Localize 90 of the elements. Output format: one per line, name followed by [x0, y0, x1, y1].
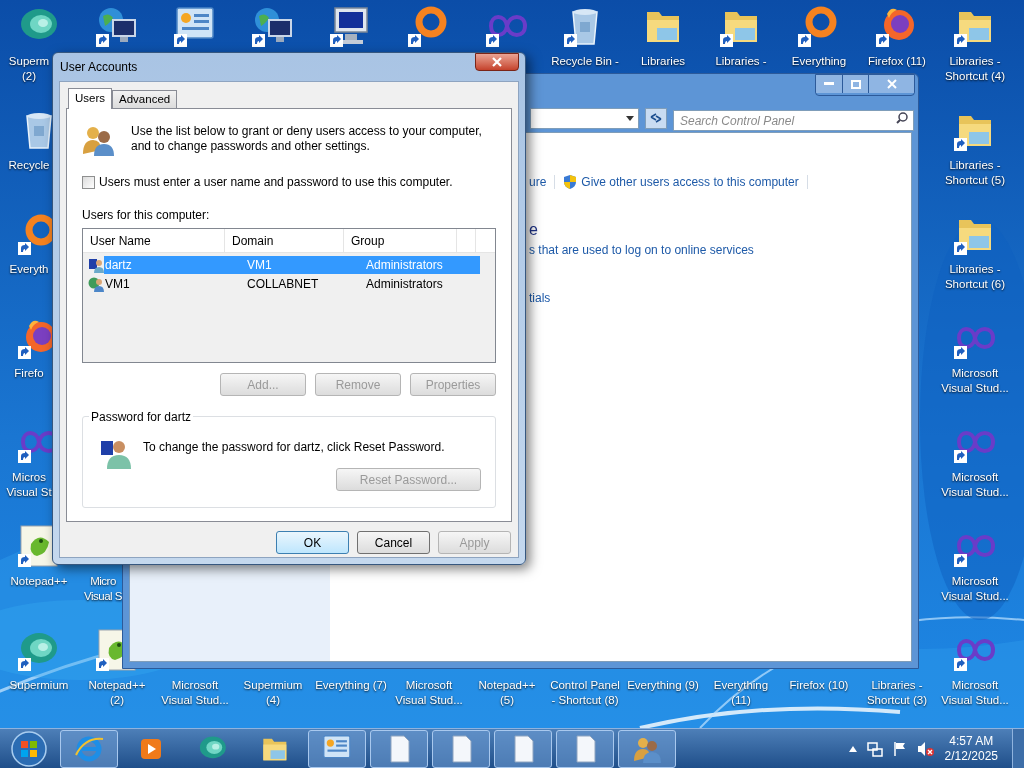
table-cell-text: VM1	[104, 275, 131, 293]
icon-label[interactable]: Microsoft Visual Stud...	[941, 678, 1009, 708]
address-bar[interactable]	[529, 107, 640, 129]
icon-label[interactable]: Supermium	[9, 678, 69, 693]
taskbar-button[interactable]	[494, 729, 552, 768]
taskbar-button[interactable]	[556, 729, 614, 768]
speaker-muted-icon[interactable]	[916, 740, 935, 757]
column-header[interactable]: Domain	[225, 229, 344, 252]
icon-label[interactable]: Libraries - Shortcut (4)	[944, 54, 1006, 84]
minimize-icon	[824, 82, 834, 86]
icon-label[interactable]: Microsoft Visual Stud...	[941, 366, 1009, 396]
table-cell-text: Administrators	[365, 275, 444, 293]
icon-label[interactable]: Libraries - Shortcut (3)	[866, 678, 928, 708]
icon-label[interactable]: Libraries	[640, 54, 686, 69]
icon-label[interactable]: Everything (7)	[315, 678, 387, 693]
icon-label[interactable]: Micro Visual S	[84, 574, 122, 604]
icon-label[interactable]: Supermium (4)	[243, 678, 303, 708]
refresh-button[interactable]	[645, 107, 667, 129]
icon-label[interactable]: Firefox (10)	[789, 678, 849, 693]
taskbar-button[interactable]	[370, 729, 428, 768]
taskbar-button[interactable]	[432, 729, 490, 768]
show-hidden-icons-icon[interactable]	[848, 745, 857, 752]
table-row[interactable]: VM1 COLLABNET Administrators	[104, 274, 480, 293]
caret-icon	[626, 115, 635, 121]
column-header[interactable]: User Name	[83, 229, 225, 252]
section-heading: e	[529, 221, 538, 239]
icon-label[interactable]: Notepad++ (2)	[88, 678, 146, 708]
close-icon	[886, 79, 897, 89]
icon-label[interactable]: Libraries - Shortcut (5)	[944, 158, 1006, 188]
user-monitor-icon	[88, 256, 104, 273]
icon-label[interactable]: Micros Visual St	[6, 470, 52, 500]
icon-label[interactable]: Firefox (11)	[868, 54, 926, 69]
icon-label[interactable]: Microsoft Visual Stud...	[941, 574, 1009, 604]
section-link[interactable]: tials	[529, 289, 551, 307]
checkbox[interactable]	[82, 175, 95, 189]
start-orb-icon	[11, 730, 47, 767]
start-button[interactable]	[8, 729, 50, 768]
network-icon[interactable]	[866, 740, 883, 757]
taskbar-button[interactable]	[618, 729, 676, 768]
close-button[interactable]	[475, 53, 519, 71]
icon-label[interactable]: Control Panel - Shortcut (8)	[550, 678, 620, 708]
list-label: Users for this computer:	[82, 207, 211, 224]
refresh-icon	[649, 112, 664, 124]
icon-label[interactable]: Firefo	[6, 366, 52, 381]
tab[interactable]: Users	[68, 88, 113, 109]
icon-label[interactable]: Microsoft Visual Stud...	[161, 678, 229, 708]
user-globe-icon	[88, 275, 104, 292]
icon-label[interactable]: Recycle Bin -	[551, 54, 619, 69]
icon-label[interactable]: Everyth	[6, 262, 52, 277]
shield-icon	[563, 174, 578, 190]
maximize-button[interactable]	[842, 75, 868, 93]
table-row[interactable]: dartz VM1 Administrators	[104, 255, 480, 274]
intro-text: Use the list below to grant or deny users access to your computer, and to change passwords and other settings.	[131, 124, 482, 155]
icon-label[interactable]: Libraries -	[715, 54, 767, 69]
column-header[interactable]: Group	[344, 229, 457, 252]
icon-label[interactable]: Superm (2)	[6, 54, 52, 84]
clock-time[interactable]: 4:57 AM	[949, 733, 994, 749]
close-icon	[492, 57, 502, 67]
search-icon	[896, 111, 908, 124]
flag-icon[interactable]	[892, 740, 907, 757]
taskbar-button[interactable]	[60, 729, 118, 768]
password-text: To change the password for dartz, click Reset Password.	[143, 439, 445, 456]
section-link[interactable]: s that are used to log on to online services	[529, 241, 754, 259]
icon-label[interactable]: Libraries - Shortcut (6)	[944, 262, 1006, 292]
table-cell-text: Administrators	[365, 256, 444, 274]
icon-label[interactable]: Recycle	[6, 158, 52, 173]
icon-label[interactable]: Everything (11)	[713, 678, 769, 708]
icon-label[interactable]: Microsoft Visual Stud...	[941, 470, 1009, 500]
window-title: User Accounts	[59, 59, 138, 76]
icon-label[interactable]: Notepad++ (5)	[478, 678, 536, 708]
search-field[interactable]: Search Control Panel	[673, 110, 914, 131]
clock-date[interactable]: 2/12/2025	[944, 748, 998, 764]
table-cell-text: dartz	[104, 256, 133, 274]
tab[interactable]: Advanced	[112, 90, 178, 108]
show-desktop-button[interactable]	[1012, 728, 1024, 768]
taskbar-button[interactable]	[308, 729, 366, 768]
dialog-button[interactable]: Cancel	[357, 531, 430, 554]
task-link[interactable]: ure	[529, 173, 547, 191]
icon-label[interactable]: Everything (9)	[627, 678, 699, 693]
checkbox-label: Users must enter a user name and password to use this computer.	[99, 174, 453, 191]
users-icon	[82, 124, 114, 156]
task-link[interactable]: Give other users access to this computer	[563, 173, 799, 191]
icon-label[interactable]: Notepad++	[10, 574, 68, 589]
icon-label[interactable]: Microsoft Visual Stud...	[395, 678, 463, 708]
table-cell-text: COLLABNET	[246, 275, 320, 293]
dialog-button[interactable]: OK	[276, 531, 349, 554]
table-cell-text: VM1	[246, 256, 273, 274]
icon-label[interactable]: Everything	[791, 54, 847, 69]
close-button[interactable]	[868, 75, 914, 93]
maximize-icon	[850, 79, 861, 89]
